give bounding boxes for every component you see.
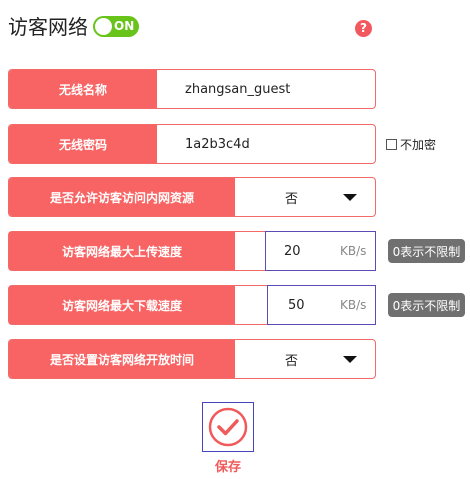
no-encrypt-checkbox[interactable] xyxy=(386,139,397,150)
schedule-value: 否 xyxy=(285,353,299,369)
download-speed-unit: KB/s xyxy=(340,298,367,312)
no-encrypt-label: 不加密 xyxy=(400,138,437,152)
ssid-label: 无线名称 xyxy=(9,70,157,108)
schedule-label: 是否设置访客网络开放时间 xyxy=(9,340,235,378)
allow-intranet-value: 否 xyxy=(285,191,299,207)
download-speed-value: 50 xyxy=(288,297,305,313)
checkmark-circle-icon xyxy=(208,407,248,447)
no-encrypt-option[interactable]: 不加密 xyxy=(386,136,436,153)
save-label[interactable]: 保存 xyxy=(202,456,254,475)
page-title: 访客网络 xyxy=(8,15,88,39)
dropdown-arrow-icon xyxy=(343,356,357,363)
upload-speed-row: 访客网络最大上传速度 20 KB/s xyxy=(8,231,376,271)
schedule-select[interactable]: 否 xyxy=(235,340,375,378)
password-label: 无线密码 xyxy=(9,125,157,163)
download-speed-label: 访客网络最大下载速度 xyxy=(9,286,235,324)
allow-intranet-label: 是否允许访客访问内网资源 xyxy=(9,178,235,216)
upload-speed-label: 访客网络最大上传速度 xyxy=(9,232,235,270)
upload-hint-badge: 0表示不限制 xyxy=(388,239,465,263)
download-hint-badge: 0表示不限制 xyxy=(388,293,465,317)
password-input[interactable]: 1a2b3c4d xyxy=(185,125,250,163)
upload-speed-input[interactable]: 20 KB/s xyxy=(265,231,376,271)
allow-intranet-row: 是否允许访客访问内网资源 否 xyxy=(8,177,376,217)
upload-speed-value: 20 xyxy=(284,243,301,259)
toggle-label: ON xyxy=(114,19,135,33)
password-row: 无线密码 1a2b3c4d xyxy=(8,124,376,164)
toggle-knob xyxy=(95,18,112,35)
download-speed-input[interactable]: 50 KB/s xyxy=(267,285,376,325)
schedule-row: 是否设置访客网络开放时间 否 xyxy=(8,339,376,379)
download-speed-row: 访客网络最大下载速度 50 KB/s xyxy=(8,285,376,325)
ssid-row: 无线名称 zhangsan_guest xyxy=(8,69,376,109)
upload-speed-unit: KB/s xyxy=(340,244,367,258)
ssid-input[interactable]: zhangsan_guest xyxy=(185,70,290,108)
save-button[interactable] xyxy=(202,402,254,452)
allow-intranet-select[interactable]: 否 xyxy=(235,178,375,216)
guest-network-toggle[interactable]: ON xyxy=(93,16,139,37)
dropdown-arrow-icon xyxy=(343,194,357,201)
help-icon[interactable]: ? xyxy=(355,20,372,37)
